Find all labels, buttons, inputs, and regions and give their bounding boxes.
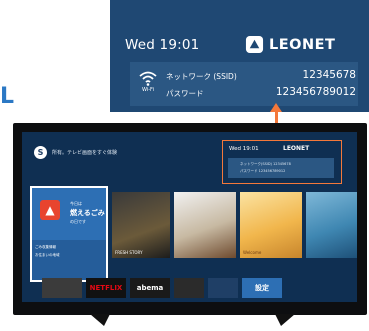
featured-lower-line2: お住まいの地域	[35, 253, 60, 257]
brand-name: LEONET	[269, 36, 336, 53]
content-tile-3[interactable]	[174, 192, 236, 258]
tile-2-caption: FRESH STORY	[115, 250, 143, 255]
featured-lower-line1: ごみ収集情報	[35, 245, 56, 249]
app-tile-abema[interactable]: abema	[130, 278, 170, 298]
user-greeting: 所有。テレビ画面をすぐ体験	[52, 150, 118, 156]
leonet-logo-icon	[245, 35, 264, 54]
side-letter: L	[0, 84, 15, 109]
apps-row: NETFLIX abema 設定	[42, 278, 342, 298]
settings-tile[interactable]: 設定	[242, 278, 282, 298]
featured-title: 燃えるごみ	[70, 209, 105, 217]
wifi-credentials-box: Wi-Fi ネットワーク (SSID) 12345678 パスワード 12345…	[130, 62, 358, 106]
tv-stand-right	[275, 314, 295, 326]
content-tile-4[interactable]: Welcome	[240, 192, 302, 258]
screen-password-line: パスワード 123456789012	[240, 169, 286, 173]
screen-wifi-box: ネットワーク(SSID) 12345678 パスワード 123456789012	[228, 158, 334, 178]
network-label: ネットワーク (SSID)	[166, 72, 237, 81]
screen-wifi-info: Wed 19:01 LEONET ネットワーク(SSID) 12345678 パ…	[222, 140, 342, 184]
flame-icon: ▲	[40, 200, 60, 220]
content-tile-2[interactable]: FRESH STORY	[112, 192, 170, 258]
tile-4-caption: Welcome	[243, 250, 262, 255]
app-tile-1[interactable]	[42, 278, 82, 298]
featured-tile[interactable]: ▲ 今日は 燃えるごみ の日です ごみ収集情報 お住まいの地域	[30, 186, 108, 282]
screen-network-line: ネットワーク(SSID) 12345678	[240, 162, 291, 166]
tv-stand-left	[90, 314, 110, 326]
network-value: 12345678	[302, 69, 356, 81]
app-tile-5[interactable]	[208, 278, 238, 298]
pointer-arrow-head-icon	[270, 103, 282, 112]
wifi-info-callout: Wed 19:01 LEONET Wi-Fi ネットワーク (SSID) 123…	[110, 0, 369, 112]
brand-logo: LEONET	[245, 35, 335, 54]
password-value: 123456789012	[275, 86, 356, 98]
user-avatar[interactable]: S	[34, 146, 47, 159]
screen-time: Wed 19:01	[229, 146, 259, 152]
day-time-text: Wed 19:01	[125, 37, 200, 53]
featured-lower-panel: ごみ収集情報 お住まいの地域	[32, 240, 106, 280]
app-tile-4[interactable]	[174, 278, 204, 298]
app-tile-netflix[interactable]: NETFLIX	[86, 278, 126, 298]
featured-small-text: 今日は	[70, 201, 82, 206]
content-tiles-row: ▲ 今日は 燃えるごみ の日です ごみ収集情報 お住まいの地域 FRESH ST…	[30, 186, 357, 282]
wifi-tag: Wi-Fi	[142, 87, 154, 93]
featured-sub: の日です	[70, 219, 86, 224]
screen-brand: LEONET	[283, 145, 310, 152]
tv-screen: S 所有。テレビ画面をすぐ体験 Wed 19:01 LEONET ネットワーク(…	[22, 132, 357, 302]
wifi-icon: Wi-Fi	[138, 70, 158, 96]
content-tile-5[interactable]	[306, 192, 357, 258]
password-label: パスワード	[166, 89, 204, 98]
